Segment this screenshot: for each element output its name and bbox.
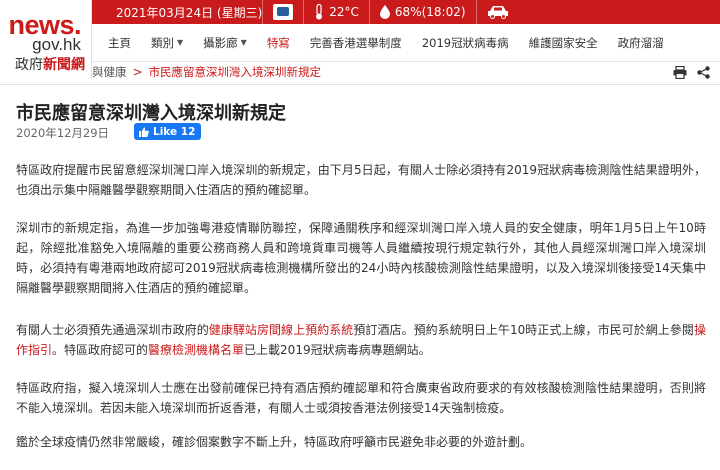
article-title: 市民應留意深圳灣入境深圳新規定 xyxy=(16,103,286,124)
article-paragraph-5: 鑑於全球疫情仍然非常嚴峻，確診個案數字不斷上升，特區政府呼籲市民避免非必要的外遊… xyxy=(16,435,533,449)
weather-icon xyxy=(273,4,294,20)
header-divider xyxy=(0,84,720,85)
site-logo[interactable]: news. gov.hk 政府新聞網 xyxy=(0,0,92,78)
breadcrumb-current: 市民應留意深圳灣入境深圳新規定 xyxy=(148,65,322,79)
article-paragraph-4: 特區政府指，擬入境深圳人士應在出發前確保已持有酒店預約確認單和符合廣東省政府要求… xyxy=(16,381,706,415)
nav-item-categories[interactable]: 類別 ▼ xyxy=(141,35,193,51)
nav-item-national-security[interactable]: 維護國家安全 xyxy=(519,35,608,51)
thumbs-up-icon xyxy=(139,127,149,137)
thermometer-icon xyxy=(316,4,323,20)
nav-item-home[interactable]: 主頁 xyxy=(92,35,141,51)
share-icon[interactable] xyxy=(697,65,710,79)
breadcrumb: 與健康 > 市民應留意深圳灣入境深圳新規定 xyxy=(92,62,720,82)
temperature-value: 22°C xyxy=(329,5,359,19)
link-hotel-booking-system[interactable]: 健康驛站房間線上預約系統 xyxy=(209,323,354,337)
info-bar: 2021年03月24日 (星期三) 22°C 68%(18:02) xyxy=(92,0,720,24)
breadcrumb-separator: > xyxy=(132,65,143,79)
like-count: Like 12 xyxy=(153,125,196,138)
nav-item-govt-channels[interactable]: 政府溜溜 xyxy=(608,35,674,51)
humidity-value: 68%(18:02) xyxy=(394,5,466,19)
main-nav: 主頁 類別 ▼ 攝影廊 ▼ 特寫 完善香港選舉制度 2019冠狀病毒病 維護國家安全… xyxy=(92,24,720,62)
print-icon[interactable] xyxy=(673,65,687,79)
link-testing-institutions-list[interactable]: 醫療檢測機構名單 xyxy=(148,343,244,357)
humidity-cell[interactable]: 68%(18:02) xyxy=(368,0,476,24)
car-icon xyxy=(487,6,508,19)
traffic-cell[interactable] xyxy=(475,0,519,24)
facebook-like-button[interactable]: Like 12 xyxy=(134,123,202,140)
article-paragraph-1: 特區政府提醒市民留意經深圳灣口岸入境深圳的新規定，由下月5日起，有關人士除必須持… xyxy=(16,163,706,197)
logo-chinese-name: 政府新聞網 xyxy=(15,57,85,73)
logo-domain-text: gov.hk xyxy=(32,35,81,54)
current-date: 2021年03月24日 (星期三) xyxy=(116,5,263,20)
nav-item-covid19[interactable]: 2019冠狀病毒病 xyxy=(412,35,519,51)
article-date: 2020年12月29日 xyxy=(16,126,110,140)
breadcrumb-category[interactable]: 與健康 xyxy=(92,64,127,80)
water-drop-icon xyxy=(379,5,390,19)
weather-cell[interactable] xyxy=(262,0,303,24)
article-tools xyxy=(673,62,710,82)
nav-item-features[interactable]: 特寫 xyxy=(257,35,300,51)
nav-item-photo-gallery[interactable]: 攝影廊 ▼ xyxy=(193,35,257,51)
temperature-cell[interactable]: 22°C xyxy=(303,0,369,24)
article-paragraph-2: 深圳市的新規定指，為進一步加強粵港疫情聯防聯控，保障通關秩序和經深圳灣口岸入境人… xyxy=(16,221,706,295)
nav-item-electoral-system[interactable]: 完善香港選舉制度 xyxy=(300,35,412,51)
article-paragraph-3: 有關人士必須預先通過深圳市政府的健康驛站房間線上預約系統預訂酒店。預約系統明日上… xyxy=(16,323,706,357)
chevron-down-icon: ▼ xyxy=(177,38,184,47)
chevron-down-icon: ▼ xyxy=(240,38,247,47)
